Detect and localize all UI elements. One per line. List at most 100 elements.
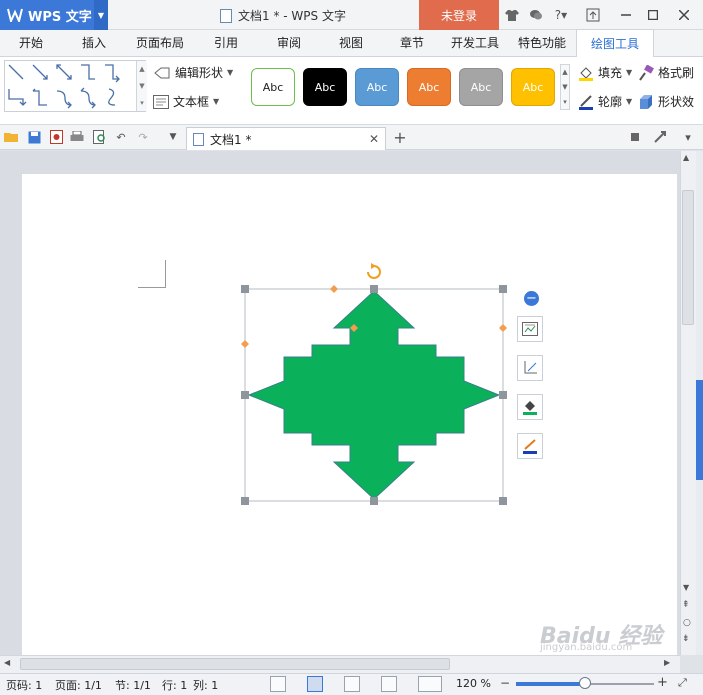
fill-bucket-icon [579,66,593,81]
scroll-up-icon[interactable]: ▲ [139,65,144,73]
prev-page-icon[interactable]: ⇞ [682,600,690,610]
shape-style-5[interactable]: Abc [459,68,503,106]
zoom-out-icon[interactable]: − [500,676,510,690]
shape-effect-button[interactable]: 形状效 [638,93,694,110]
more-options-icon[interactable]: ▾ [676,129,700,145]
app-name: WPS 文字 [28,9,92,25]
save-icon[interactable] [26,129,42,145]
outline-button[interactable]: 轮廓 ▼ [578,93,632,110]
skin-icon[interactable] [503,6,521,24]
maximize-icon[interactable] [644,6,662,24]
undo-icon[interactable]: ↶ [113,129,129,145]
scroll-up-icon[interactable]: ▲ [562,68,567,76]
shape-style-1[interactable]: Abc [251,68,295,106]
new-tab-icon[interactable]: + [392,128,408,147]
style-gallery-scroll[interactable]: ▲ ▼ ▾ [560,64,570,110]
scroll-down-arrow-icon[interactable]: ▼ [683,583,689,592]
shape-style-6[interactable]: Abc [511,68,555,106]
format-painter-label: 格式刷 [658,66,695,80]
wrap-text-icon [522,322,538,336]
four-way-arrow-shape[interactable] [247,290,501,500]
print-icon[interactable] [69,129,85,145]
status-pages: 页面: 1/1 [55,679,102,692]
tab-section[interactable]: 章节 [382,29,442,56]
next-page-icon[interactable]: ⇟ [682,634,690,644]
tab-insert[interactable]: 插入 [62,29,126,56]
shape-outline-button[interactable] [517,433,543,459]
shape-style-3[interactable]: Abc [355,68,399,106]
app-menu-button[interactable]: WPS 文字 ▼ [0,0,108,30]
export-pdf-icon[interactable] [48,129,64,145]
scroll-left-arrow-icon[interactable]: ◀ [4,658,10,667]
page-view-icon[interactable] [307,676,323,692]
format-painter-button[interactable]: 格式刷 [638,64,694,81]
tab-review[interactable]: 审阅 [258,29,320,56]
text-box-button[interactable]: 文本框 ▼ [153,93,219,110]
login-button[interactable]: 未登录 [419,0,499,30]
scroll-down-icon[interactable]: ▼ [139,82,144,90]
select-browse-object-icon[interactable]: ○ [683,618,691,628]
layout-options-button[interactable] [517,316,543,342]
expand-styles-icon[interactable]: ▾ [563,98,567,106]
shape-effect-icon [640,94,652,109]
tab-drawing-tools[interactable]: 绘图工具 [576,29,654,57]
tab-features[interactable]: 特色功能 [508,29,576,56]
zoom-slider-knob[interactable] [579,677,591,689]
tab-page-layout[interactable]: 页面布局 [126,29,194,56]
redo-icon[interactable]: ↷ [135,129,151,145]
gallery-scroll[interactable]: ▲ ▼ ▾ [136,61,147,111]
outline-view-icon[interactable] [344,676,360,692]
status-page-number: 页码: 1 [6,679,43,692]
shape-edit-button[interactable] [517,355,543,381]
tab-home[interactable]: 开始 [0,29,62,56]
help-icon[interactable]: ?▾ [550,6,572,24]
web-view-icon[interactable] [381,676,397,692]
eye-protection-icon[interactable] [418,676,442,692]
upload-icon[interactable] [584,6,602,24]
scroll-right-arrow-icon[interactable]: ▶ [664,658,670,667]
fullscreen-view-icon[interactable] [270,676,286,692]
rotate-handle-icon[interactable] [367,263,381,279]
document-tab[interactable]: 文档1 * ✕ [186,127,386,150]
collapse-float-toolbar-icon[interactable]: − [524,291,539,306]
task-pane-toggle[interactable] [696,380,703,480]
shape-fill-button[interactable] [517,394,543,420]
crop-shape-icon [524,361,537,374]
open-folder-icon[interactable] [4,129,20,145]
format-painter-icon [639,64,654,81]
customize-toolbar-icon[interactable]: ▼ [165,129,181,145]
app-menu-dropdown-icon[interactable]: ▼ [94,0,108,30]
fit-window-icon[interactable]: ⤢ [678,676,687,690]
line-shapes-gallery[interactable] [4,60,146,112]
selected-shape[interactable] [235,262,520,512]
tab-view[interactable]: 视图 [320,29,382,56]
close-tab-icon[interactable]: ✕ [369,132,379,146]
settings-icon[interactable] [652,129,668,145]
horizontal-scroll-thumb[interactable] [20,658,450,670]
tab-developer[interactable]: 开发工具 [442,29,508,56]
shape-style-2[interactable]: Abc [303,68,347,106]
pin-icon[interactable] [627,129,643,145]
edit-shape-button[interactable]: 编辑形状 ▼ [153,64,233,81]
edit-shape-icon [154,67,170,78]
scroll-down-icon[interactable]: ▼ [562,83,567,91]
shape-effect-label: 形状效 [658,95,695,109]
zoom-slider-fill [516,682,585,686]
document-icon [220,8,232,23]
close-icon[interactable] [675,6,693,24]
shape-style-4[interactable]: Abc [407,68,451,106]
tab-references[interactable]: 引用 [194,29,258,56]
expand-gallery-icon[interactable]: ▾ [140,99,144,107]
window-title: 文档1 * - WPS 文字 [220,7,346,24]
minimize-icon[interactable] [617,6,635,24]
vertical-scroll-thumb[interactable] [682,190,694,325]
document-icon [193,132,204,146]
text-box-label: 文本框 [173,95,210,109]
scroll-up-arrow-icon[interactable]: ▲ [683,153,689,162]
print-preview-icon[interactable] [91,129,107,145]
line-shape-icons[interactable] [5,61,137,111]
chat-icon[interactable] [527,6,545,24]
watermark-url: jingyan.baidu.com [540,642,633,653]
zoom-in-icon[interactable]: + [657,675,668,690]
fill-button[interactable]: 填充 ▼ [578,64,632,81]
